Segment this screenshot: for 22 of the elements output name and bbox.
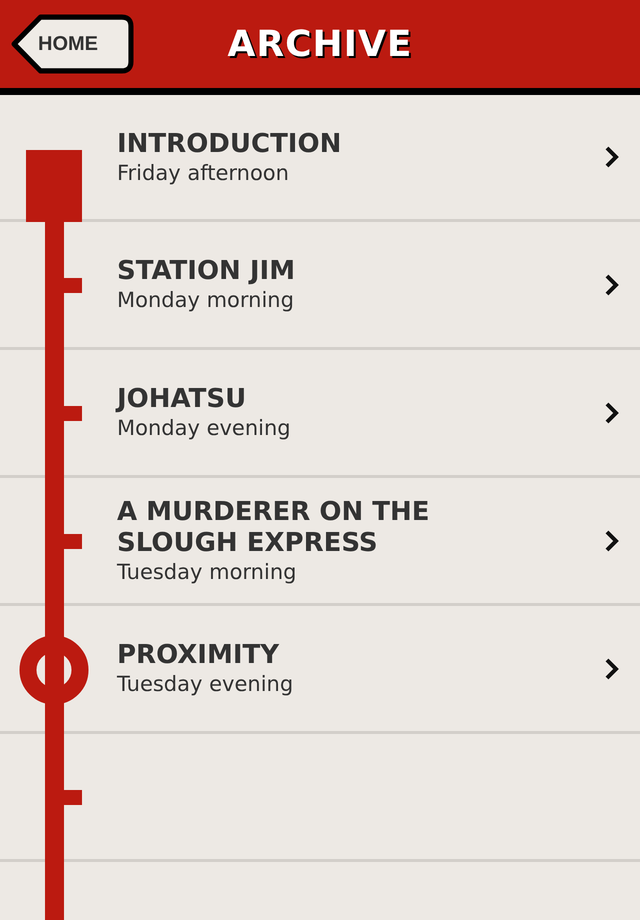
chevron-icon (604, 528, 620, 552)
chevron-icon (604, 272, 620, 296)
item-subtitle: Monday morning (117, 287, 295, 313)
page-title: ARCHIVE (228, 24, 412, 64)
archive-item[interactable]: STATION JIM Monday morning (0, 222, 640, 350)
archive-item[interactable]: A MURDERER ON THE SLOUGH EXPRESS Tuesday morning (0, 478, 640, 606)
item-subtitle: Tuesday morning (117, 558, 298, 584)
item-title: A MURDERER ON THE SLOUGH EXPRESS (117, 496, 431, 558)
item-title: PROXIMITY (117, 640, 280, 671)
archive-item[interactable]: PROXIMITY Tuesday evening (0, 606, 640, 734)
item-subtitle: Monday evening (117, 415, 292, 441)
home-button[interactable]: HOME (10, 14, 134, 74)
archive-item[interactable]: JOHATSU Monday evening (0, 350, 640, 478)
item-title: INTRODUCTION (117, 128, 342, 160)
chevron-icon (604, 145, 620, 169)
archive-item[interactable]: INTRODUCTION Friday afternoon (0, 95, 640, 222)
item-title: JOHATSU (117, 384, 248, 415)
item-subtitle: Friday afternoon (117, 160, 290, 186)
chevron-icon (604, 400, 620, 424)
chevron-icon (604, 656, 620, 680)
item-title: STATION JIM (117, 256, 296, 287)
item-subtitle: Tuesday evening (117, 671, 294, 697)
